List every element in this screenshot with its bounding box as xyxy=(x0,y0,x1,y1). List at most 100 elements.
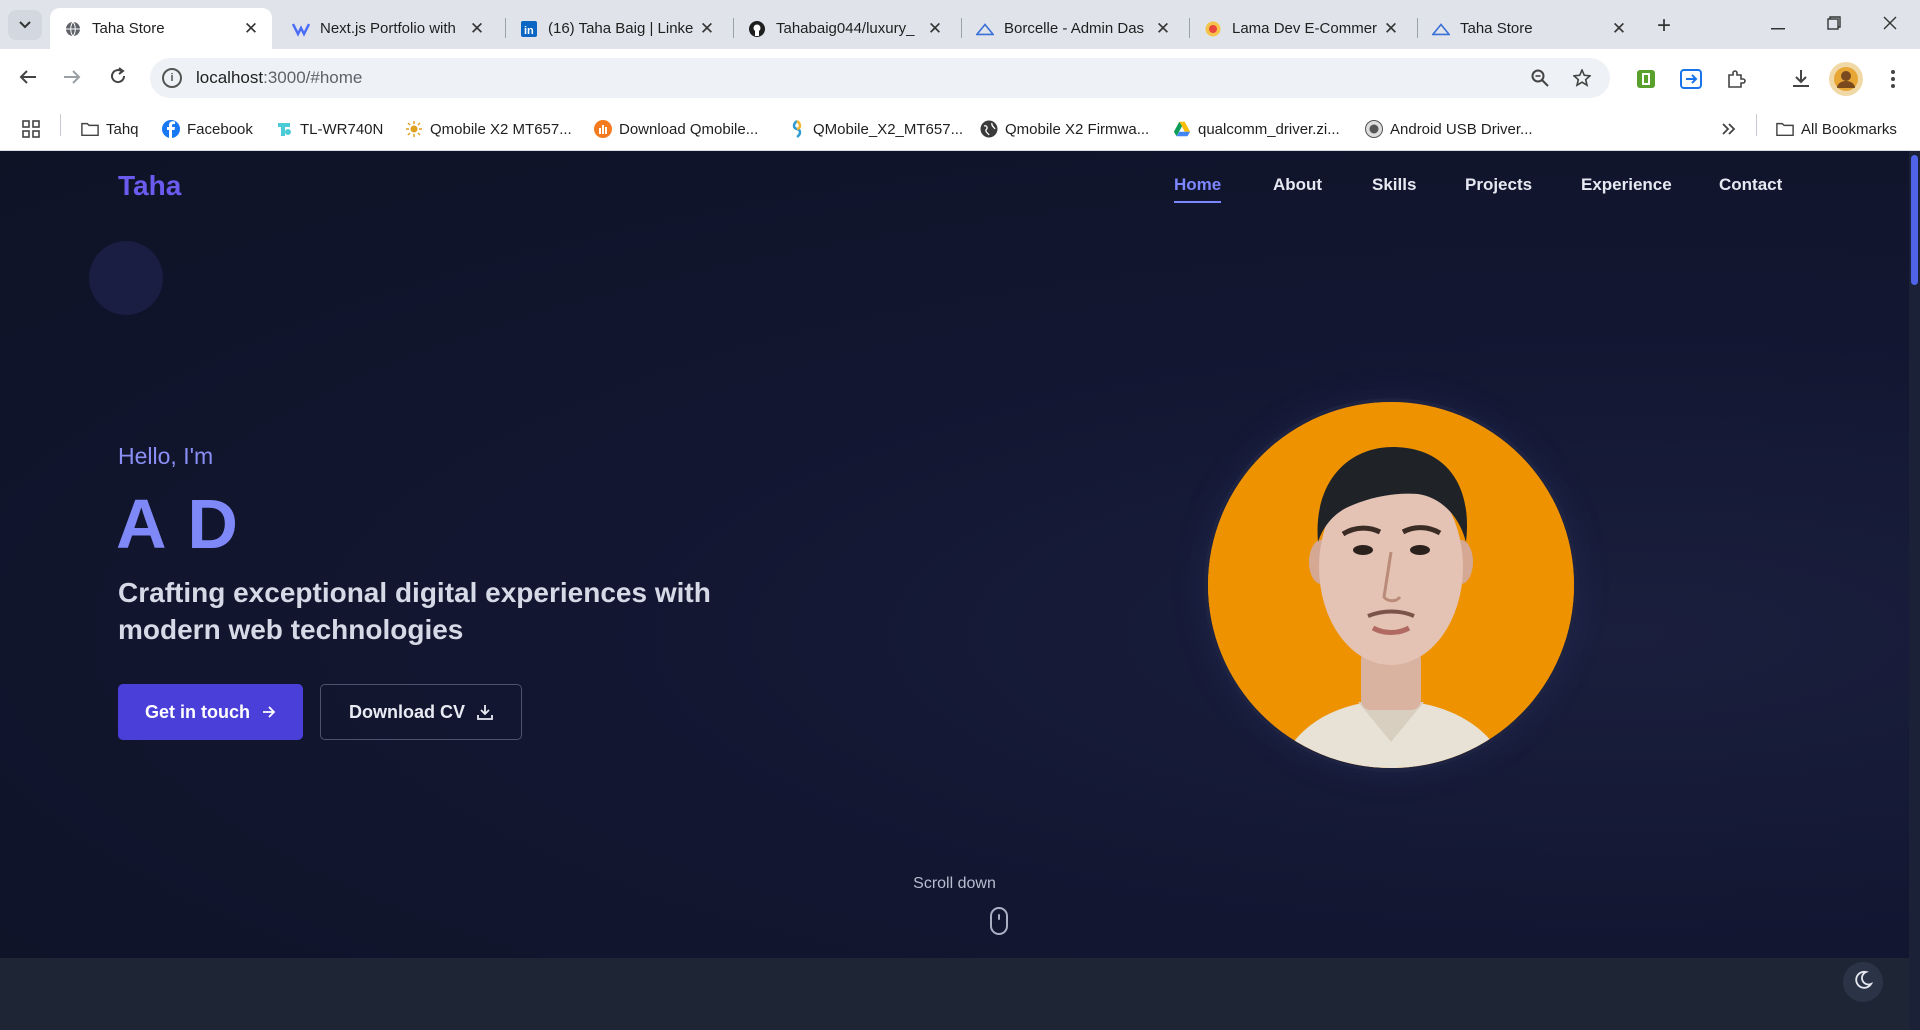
bookmark-item[interactable]: Download Qmobile... xyxy=(594,117,758,141)
portfolio-page: Taha Home About Skills Projects Experien… xyxy=(0,151,1909,958)
url-text[interactable]: localhost:3000/#home xyxy=(196,68,362,88)
bookmark-label: qualcomm_driver.zi... xyxy=(1198,120,1340,138)
tab-title: Tahabaig044/luxury_ xyxy=(776,20,915,37)
extensions-puzzle-icon[interactable] xyxy=(1721,64,1751,94)
bookmark-item[interactable]: TL-WR740N xyxy=(275,117,383,141)
mouse-scroll-icon[interactable] xyxy=(990,907,1008,935)
hero-name: A D xyxy=(116,485,240,563)
close-icon[interactable]: ✕ xyxy=(1152,18,1174,40)
back-button[interactable] xyxy=(12,63,44,95)
bookmark-item[interactable]: Qmobile X2 MT657... xyxy=(405,117,572,141)
tab-search-button[interactable] xyxy=(8,10,42,40)
apps-button[interactable] xyxy=(22,117,47,141)
close-icon xyxy=(1883,14,1897,35)
folder-icon xyxy=(1776,120,1794,138)
nav-experience[interactable]: Experience xyxy=(1581,175,1672,195)
next-section-preview xyxy=(0,958,1909,1030)
bookmark-item[interactable]: Android USB Driver... xyxy=(1365,117,1533,141)
svg-text:in: in xyxy=(524,25,534,37)
tab-borcelle[interactable]: Borcelle - Admin Das ✕ xyxy=(962,8,1184,49)
decorative-blob xyxy=(89,241,163,315)
app-icon xyxy=(292,20,310,38)
reload-icon xyxy=(109,67,127,91)
android-icon xyxy=(1365,120,1383,138)
tab-linkedin[interactable]: in (16) Taha Baig | Linke ✕ xyxy=(506,8,728,49)
extension-green-icon[interactable] xyxy=(1631,64,1661,94)
tab-lama-dev[interactable]: Lama Dev E-Commer ✕ xyxy=(1190,8,1412,49)
extension-translate-icon[interactable] xyxy=(1676,64,1706,94)
hero-tagline: Crafting exceptional digital experiences… xyxy=(118,577,711,645)
bookmark-label: QMobile_X2_MT657... xyxy=(813,120,964,138)
sun-icon xyxy=(405,120,423,138)
minimize-button[interactable] xyxy=(1750,0,1806,49)
get-in-touch-label: Get in touch xyxy=(145,701,250,722)
profile-photo xyxy=(1208,402,1574,768)
close-icon[interactable]: ✕ xyxy=(1380,18,1402,40)
bookmarks-bar: Tahq Facebook TL-WR740N Qmobile X2 MT657… xyxy=(0,107,1920,151)
scroll-down-label[interactable]: Scroll down xyxy=(0,875,1909,893)
double-chevron-right-icon xyxy=(1720,120,1738,138)
bookmarks-separator xyxy=(60,114,61,136)
profile-avatar[interactable] xyxy=(1829,62,1863,96)
bookmarks-overflow-button[interactable] xyxy=(1720,117,1745,141)
bookmark-label: Tahq xyxy=(106,120,139,138)
hero-greeting: Hello, I'm xyxy=(118,443,214,469)
tab-title: Lama Dev E-Commer xyxy=(1232,20,1378,37)
close-icon[interactable]: ✕ xyxy=(1608,18,1630,40)
tab-title: Taha Store xyxy=(1460,20,1533,37)
nav-about[interactable]: About xyxy=(1273,175,1322,195)
apps-grid-icon xyxy=(22,120,40,138)
globe-icon xyxy=(64,20,82,38)
reload-button[interactable] xyxy=(102,63,134,95)
bookmark-item[interactable]: Qmobile X2 Firmwa... xyxy=(980,117,1149,141)
star-icon[interactable] xyxy=(1570,66,1594,90)
github-icon xyxy=(748,20,766,38)
bookmark-item[interactable]: QMobile_X2_MT657... xyxy=(788,117,963,141)
site-info-icon[interactable]: i xyxy=(162,68,182,88)
nav-skills[interactable]: Skills xyxy=(1372,175,1416,195)
bookmark-item[interactable]: Facebook xyxy=(162,117,253,141)
download-cv-button[interactable]: Download CV xyxy=(320,684,522,740)
address-bar[interactable]: i localhost:3000/#home xyxy=(150,58,1610,98)
close-icon[interactable]: ✕ xyxy=(924,18,946,40)
tab-title: Next.js Portfolio with xyxy=(320,20,456,37)
tab-strip: Taha Store ✕ Next.js Portfolio with ✕ in… xyxy=(0,0,1920,49)
download-icon[interactable] xyxy=(1786,64,1816,94)
site-logo[interactable]: Taha xyxy=(118,170,181,202)
tab-title: Borcelle - Admin Das xyxy=(1004,20,1145,37)
restore-button[interactable] xyxy=(1806,0,1862,49)
close-icon[interactable]: ✕ xyxy=(466,18,488,40)
all-bookmarks-button[interactable]: All Bookmarks xyxy=(1776,117,1897,141)
bookmark-item[interactable]: qualcomm_driver.zi... xyxy=(1173,117,1340,141)
all-bookmarks-label: All Bookmarks xyxy=(1801,120,1897,138)
tab-nextjs-portfolio[interactable]: Next.js Portfolio with ✕ xyxy=(278,8,498,49)
bookmark-item[interactable]: Tahq xyxy=(81,117,139,141)
nav-contact[interactable]: Contact xyxy=(1719,175,1782,195)
nav-projects[interactable]: Projects xyxy=(1465,175,1532,195)
close-window-button[interactable] xyxy=(1862,0,1918,49)
tab-title: (16) Taha Baig | Linke xyxy=(548,20,694,37)
bookmark-label: Qmobile X2 MT657... xyxy=(430,120,572,138)
folder-icon xyxy=(81,120,99,138)
chart-icon xyxy=(594,120,612,138)
tab-taha-store-active[interactable]: Taha Store ✕ xyxy=(50,8,272,49)
close-icon[interactable]: ✕ xyxy=(240,18,262,40)
linkedin-icon: in xyxy=(520,20,538,38)
browser-menu-icon[interactable] xyxy=(1878,64,1908,94)
get-in-touch-button[interactable]: Get in touch xyxy=(118,684,303,740)
scrollbar-thumb[interactable] xyxy=(1911,155,1918,285)
tab-github[interactable]: Tahabaig044/luxury_ ✕ xyxy=(734,8,956,49)
drive-icon xyxy=(1173,120,1191,138)
download-cv-label: Download CV xyxy=(349,701,465,722)
theme-toggle-button[interactable] xyxy=(1843,962,1883,1002)
arrow-right-icon xyxy=(262,706,276,718)
lama-icon xyxy=(1204,20,1222,38)
tab-taha-store[interactable]: Taha Store ✕ xyxy=(1418,8,1640,49)
page-scrollbar[interactable] xyxy=(1909,151,1920,1030)
new-tab-button[interactable]: + xyxy=(1650,12,1678,40)
nav-home[interactable]: Home xyxy=(1174,175,1222,203)
zoom-icon[interactable] xyxy=(1528,66,1552,90)
bookmark-label: Download Qmobile... xyxy=(619,120,759,138)
close-icon[interactable]: ✕ xyxy=(696,18,718,40)
forward-button[interactable] xyxy=(56,63,88,95)
